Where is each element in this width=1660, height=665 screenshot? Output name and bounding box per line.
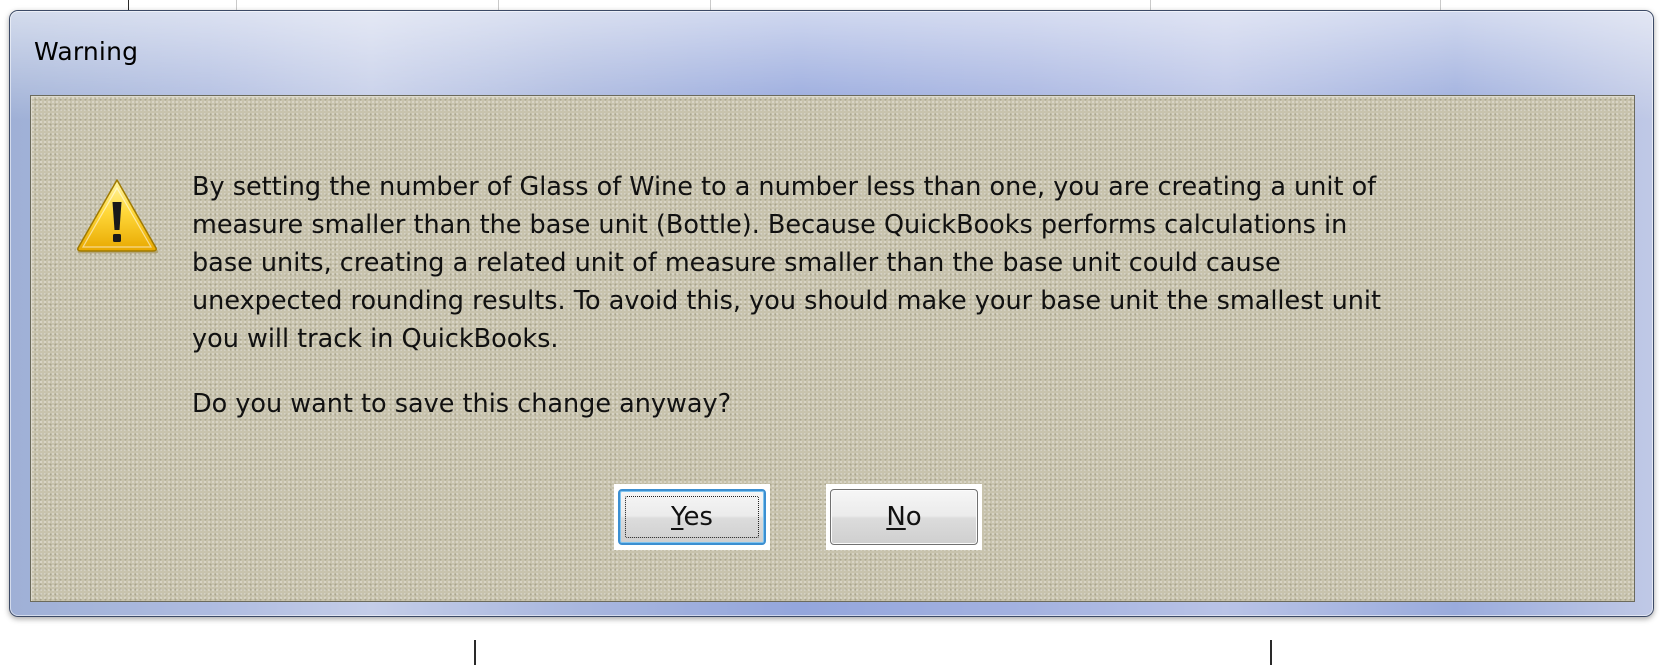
message-line: unexpected rounding results. To avoid th… <box>192 286 1381 316</box>
mnemonic-n: N <box>886 502 906 532</box>
yes-label-rest: es <box>683 502 713 532</box>
no-button[interactable]: No <box>830 489 978 545</box>
warning-icon <box>77 179 159 254</box>
dialog-title: Warning <box>34 37 139 66</box>
no-button-label: No <box>886 502 921 532</box>
confirmation-question: Do you want to save this change anyway? <box>192 389 732 419</box>
message-line: measure smaller than the base unit (Bott… <box>192 210 1348 240</box>
warning-message: By setting the number of Glass of Wine t… <box>192 168 1532 358</box>
mnemonic-y: Y <box>671 502 684 532</box>
no-label-rest: o <box>905 502 922 532</box>
message-line: By setting the number of Glass of Wine t… <box>192 172 1377 202</box>
yes-button-label: Yes <box>671 502 713 532</box>
yes-button[interactable]: Yes <box>618 489 766 545</box>
dialog-body: By setting the number of Glass of Wine t… <box>30 95 1635 602</box>
message-line: base units, creating a related unit of m… <box>192 248 1281 278</box>
message-line: you will track in QuickBooks. <box>192 324 559 354</box>
warning-dialog: Warning By setting the number of Glass o… <box>9 10 1654 617</box>
